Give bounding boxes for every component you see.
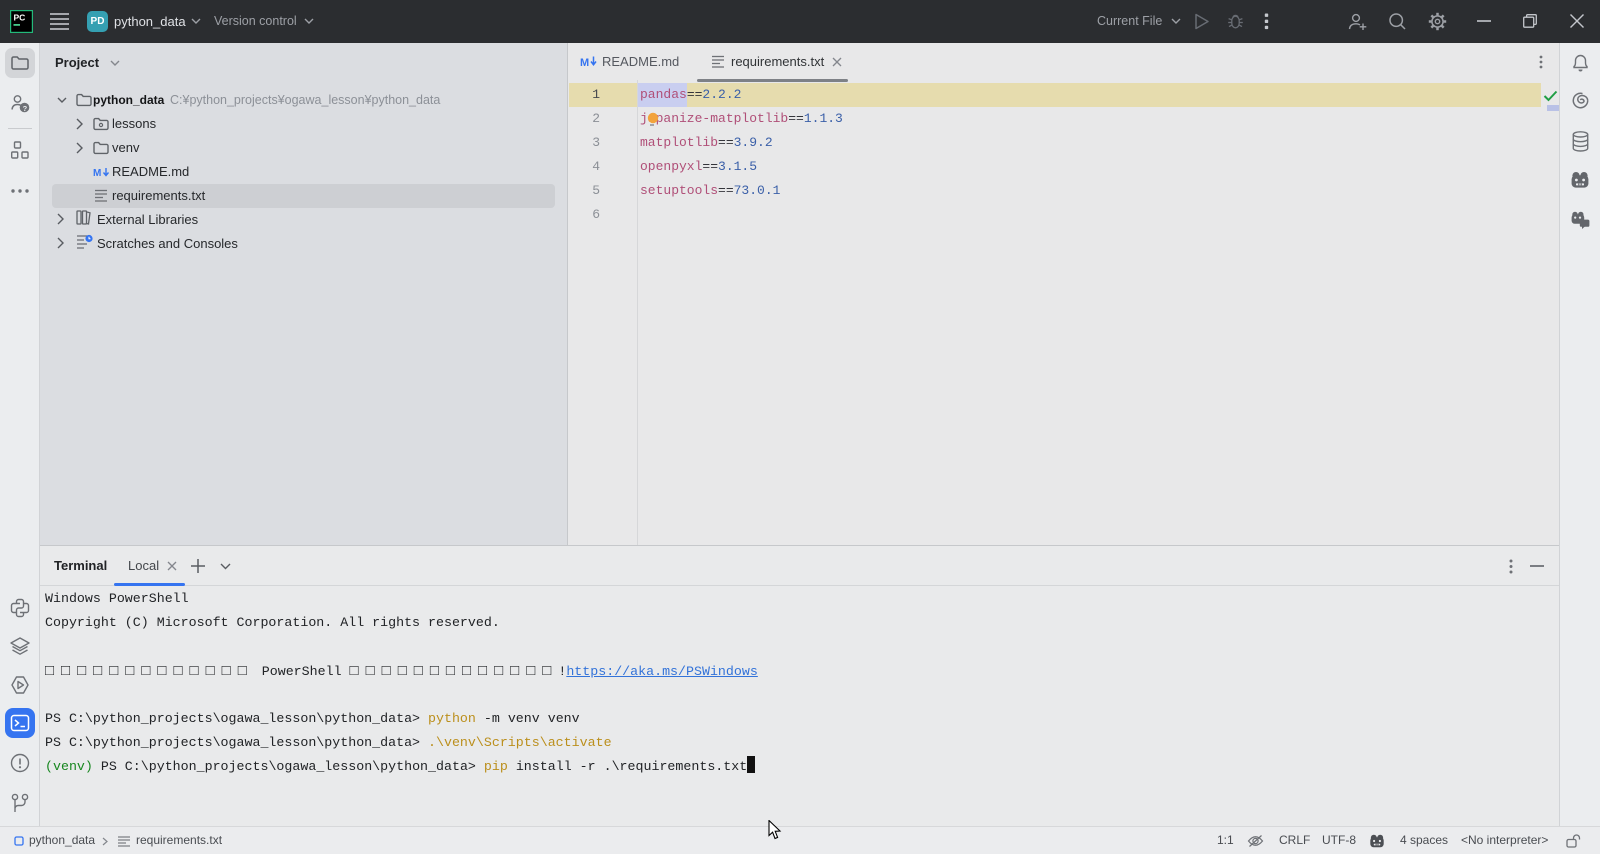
svg-text:PC: PC (14, 13, 26, 23)
svg-text:M: M (580, 57, 589, 68)
svg-text:?: ? (23, 104, 28, 113)
svg-text:M: M (93, 168, 101, 178)
